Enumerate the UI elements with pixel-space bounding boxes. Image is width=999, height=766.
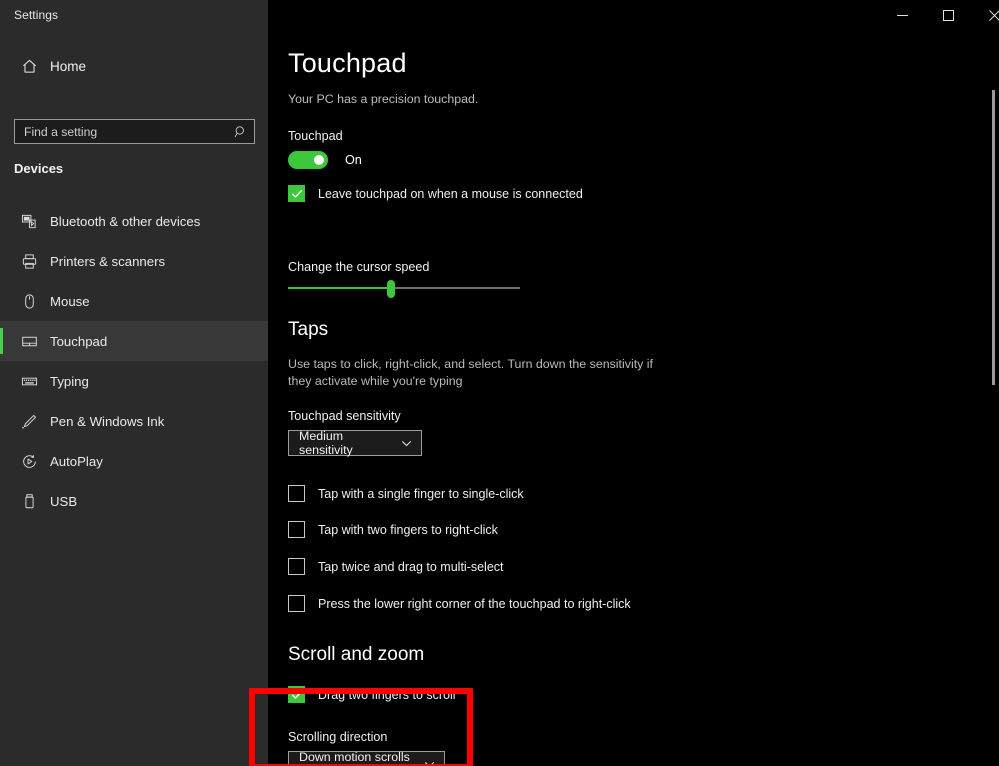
cursor-speed-slider[interactable]: [288, 279, 520, 299]
bluetooth-devices-icon: [8, 213, 50, 230]
search-input[interactable]: Find a setting: [14, 119, 255, 144]
touchpad-toggle-group: On: [288, 151, 362, 169]
close-button[interactable]: [971, 0, 999, 31]
sidebar-item-mouse[interactable]: Mouse: [0, 281, 268, 321]
sidebar-item-home[interactable]: Home: [8, 48, 268, 84]
checkbox-leave-touchpad-on[interactable]: Leave touchpad on when a mouse is connec…: [288, 185, 583, 202]
sidebar-item-label: Mouse: [50, 294, 90, 309]
slider-thumb[interactable]: [387, 280, 395, 298]
settings-window: Settings Home: [0, 0, 999, 766]
cursor-speed-label: Change the cursor speed: [288, 260, 429, 274]
content-scrollbar-thumb[interactable]: [992, 90, 995, 385]
minimize-button[interactable]: [879, 0, 925, 31]
page-title: Touchpad: [288, 48, 407, 79]
sidebar: Home Find a setting Devices: [0, 31, 268, 766]
sidebar-item-typing[interactable]: Typing: [0, 361, 268, 401]
taps-heading: Taps: [288, 319, 328, 341]
sidebar-item-pen-windows-ink[interactable]: Pen & Windows Ink: [0, 401, 268, 441]
checkbox-label: Press the lower right corner of the touc…: [318, 597, 631, 611]
pen-icon: [8, 413, 50, 430]
scrolling-direction-dropdown[interactable]: Down motion scrolls up: [288, 751, 445, 766]
scrolling-direction-label: Scrolling direction: [288, 730, 387, 744]
checkbox-tap-single-finger[interactable]: Tap with a single finger to single-click: [288, 485, 524, 502]
minimize-icon: [897, 10, 908, 21]
touchpad-sensitivity-label: Touchpad sensitivity: [288, 409, 401, 423]
sidebar-category-heading: Devices: [14, 161, 63, 176]
maximize-button[interactable]: [925, 0, 971, 31]
checkbox-tap-two-fingers[interactable]: Tap with two fingers to right-click: [288, 521, 498, 538]
search-icon[interactable]: [228, 125, 254, 139]
dropdown-selected-value: Medium sensitivity: [299, 429, 389, 457]
search-input-placeholder: Find a setting: [15, 125, 228, 139]
check-icon: [291, 188, 303, 200]
sidebar-item-printers-scanners[interactable]: Printers & scanners: [0, 241, 268, 281]
maximize-icon: [943, 10, 954, 21]
check-icon: [291, 689, 303, 701]
mouse-icon: [8, 293, 50, 310]
sidebar-item-label: Printers & scanners: [50, 254, 165, 269]
checkbox-box[interactable]: [288, 558, 305, 575]
sidebar-selection-accent: [0, 328, 3, 354]
sidebar-item-bluetooth-other-devices[interactable]: Bluetooth & other devices: [0, 201, 268, 241]
close-icon: [989, 10, 999, 21]
chevron-down-icon: [401, 438, 412, 449]
checkbox-box[interactable]: [288, 485, 305, 502]
sidebar-nav-list: Bluetooth & other devices Printers & sca…: [0, 201, 268, 521]
sidebar-item-autoplay[interactable]: AutoPlay: [0, 441, 268, 481]
autoplay-icon: [8, 453, 50, 470]
checkbox-box[interactable]: [288, 521, 305, 538]
page-subtitle: Your PC has a precision touchpad.: [288, 92, 478, 106]
checkbox-drag-two-fingers-to-scroll[interactable]: Drag two fingers to scroll: [288, 686, 456, 703]
keyboard-icon: [8, 373, 50, 390]
scroll-and-zoom-heading: Scroll and zoom: [288, 644, 424, 666]
sidebar-item-label: Typing: [50, 374, 89, 389]
sidebar-item-label: Touchpad: [50, 334, 107, 349]
checkbox-box[interactable]: [288, 686, 305, 703]
checkbox-label: Tap with a single finger to single-click: [318, 487, 524, 501]
checkbox-box[interactable]: [288, 185, 305, 202]
checkbox-label: Tap with two fingers to right-click: [318, 523, 498, 537]
printer-icon: [8, 253, 50, 270]
touchpad-icon: [8, 333, 50, 350]
sidebar-item-home-label: Home: [50, 59, 86, 74]
content-scrollbar-track[interactable]: [989, 31, 999, 766]
toggle-knob: [314, 155, 324, 165]
checkbox-label: Drag two fingers to scroll: [318, 688, 456, 702]
taps-description: Use taps to click, right-click, and sele…: [288, 356, 678, 390]
sidebar-item-usb[interactable]: USB: [0, 481, 268, 521]
sidebar-item-label: Bluetooth & other devices: [50, 214, 200, 229]
checkbox-press-lower-right-corner[interactable]: Press the lower right corner of the touc…: [288, 595, 631, 612]
usb-icon: [8, 493, 50, 510]
checkbox-tap-twice-drag[interactable]: Tap twice and drag to multi-select: [288, 558, 504, 575]
chevron-down-icon: [424, 759, 435, 766]
checkbox-label: Tap twice and drag to multi-select: [318, 560, 504, 574]
window-title: Settings: [14, 8, 58, 22]
sidebar-item-label: Pen & Windows Ink: [50, 414, 164, 429]
main-content: Touchpad Your PC has a precision touchpa…: [268, 31, 999, 766]
checkbox-box[interactable]: [288, 595, 305, 612]
slider-fill: [288, 287, 391, 289]
touchpad-toggle[interactable]: [288, 151, 328, 169]
title-bar: Settings: [0, 0, 999, 31]
checkbox-label: Leave touchpad on when a mouse is connec…: [318, 187, 583, 201]
touchpad-toggle-label: Touchpad: [288, 129, 343, 143]
dropdown-selected-value: Down motion scrolls up: [299, 750, 412, 766]
sidebar-item-label: USB: [50, 494, 77, 509]
touchpad-sensitivity-dropdown[interactable]: Medium sensitivity: [288, 430, 422, 456]
sidebar-item-label: AutoPlay: [50, 454, 103, 469]
sidebar-item-touchpad[interactable]: Touchpad: [0, 321, 268, 361]
touchpad-toggle-state: On: [345, 153, 362, 167]
home-icon: [8, 58, 50, 75]
